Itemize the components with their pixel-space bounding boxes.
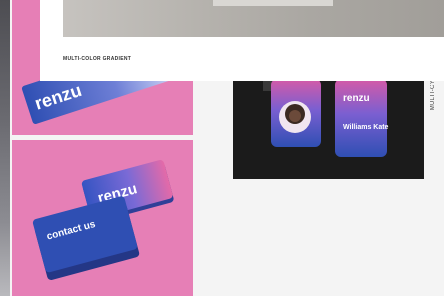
side-label: MULTI-CY <box>430 80 436 111</box>
badge-name: Williams Kate <box>343 124 389 131</box>
badge-mockup: renzu Williams Kate <box>263 79 389 157</box>
mockup-card-bottom[interactable]: renzu contact us <box>12 140 193 296</box>
gallery-header: MULTI-COLOR GRADIENT <box>40 0 444 81</box>
header-photo <box>63 0 444 37</box>
section-caption: MULTI-COLOR GRADIENT <box>63 56 132 62</box>
stacked-cards-mockup: renzu contact us <box>32 160 174 280</box>
badge-brand: renzu <box>343 93 370 104</box>
left-photo-strip <box>0 0 10 296</box>
badge-mockup-panel[interactable]: renzu Williams Kate <box>233 79 424 179</box>
